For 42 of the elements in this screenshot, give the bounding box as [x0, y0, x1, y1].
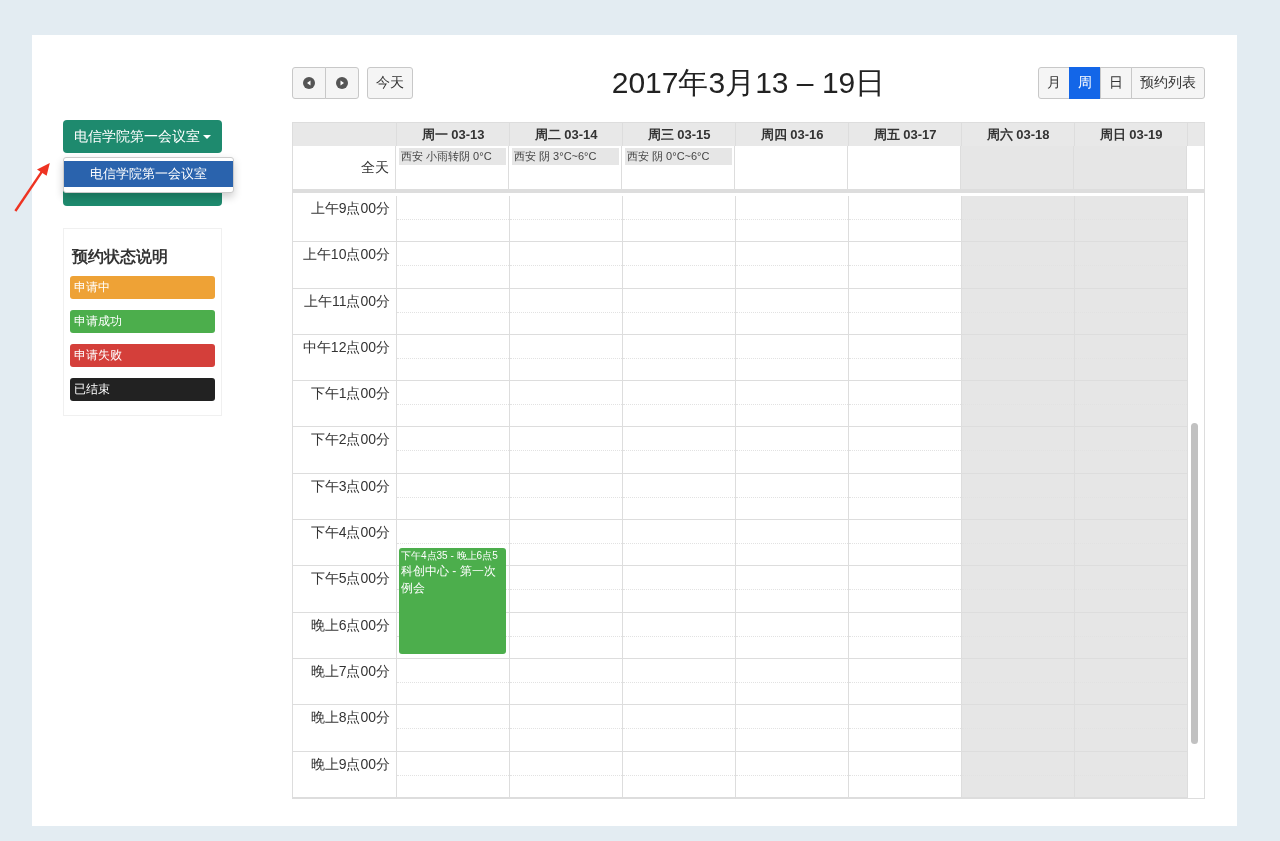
- next-icon: [336, 77, 348, 89]
- time-label: 中午12点00分: [302, 338, 390, 357]
- calendar-title: 2017年3月13 – 19日: [611, 64, 886, 101]
- time-label: 上午9点00分: [310, 200, 390, 218]
- today-button[interactable]: 今天: [367, 67, 413, 99]
- event-time: 下午4点35 - 晚上6点5: [401, 549, 499, 563]
- dropdown-option[interactable]: 电信学院第一会议室: [64, 161, 233, 187]
- time-label: 晚上6点00分: [310, 616, 390, 635]
- time-label: 下午1点00分: [310, 385, 390, 404]
- view-tab[interactable]: 周: [1069, 67, 1101, 99]
- previous-button[interactable]: [292, 67, 326, 99]
- event-title: 科创中心 - 第一次例会: [401, 563, 497, 597]
- time-label: 下午2点00分: [310, 431, 390, 450]
- day-header: 周一 03-13: [397, 123, 510, 146]
- previous-icon: [303, 77, 315, 89]
- legend-item: 申请失败: [70, 344, 215, 367]
- day-header: 周五 03-17: [849, 123, 962, 146]
- allday-label: 全天: [361, 158, 389, 177]
- day-header: 周三 03-15: [623, 123, 736, 146]
- view-tab[interactable]: 预约列表: [1131, 67, 1205, 99]
- time-label: 下午3点00分: [310, 477, 390, 496]
- room-dropdown-button[interactable]: 电信学院第一会议室: [63, 120, 222, 153]
- time-label: 晚上8点00分: [310, 709, 390, 728]
- time-label: 晚上7点00分: [310, 662, 390, 681]
- time-label: 下午5点00分: [310, 570, 390, 589]
- scrollbar-thumb[interactable]: [1191, 423, 1198, 744]
- time-label: 上午11点00分: [303, 292, 390, 311]
- legend-item: 申请中: [70, 276, 215, 299]
- view-tab[interactable]: 日: [1100, 67, 1132, 99]
- day-header: 周四 03-16: [736, 123, 849, 146]
- legend-item: 已结束: [70, 378, 215, 401]
- time-label: 晚上9点00分: [310, 755, 390, 774]
- next-button[interactable]: [325, 67, 359, 99]
- weather-tag: 西安 阴 0°C~6°C: [625, 148, 732, 165]
- legend-title: 预约状态说明: [72, 247, 169, 267]
- time-label: 上午10点00分: [302, 246, 390, 265]
- time-label: 下午4点00分: [310, 524, 390, 543]
- weather-tag: 西安 阴 3°C~6°C: [512, 148, 619, 165]
- legend-item: 申请成功: [70, 310, 215, 333]
- day-header: 周二 03-14: [510, 123, 623, 146]
- weather-tag: 西安 小雨转阴 0°C: [399, 148, 506, 165]
- view-tab[interactable]: 月: [1038, 67, 1070, 99]
